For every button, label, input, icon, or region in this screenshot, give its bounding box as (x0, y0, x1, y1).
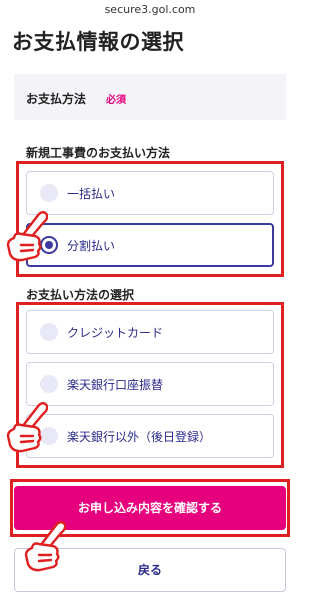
page-title: お支払情報の選択 (12, 30, 184, 54)
pointing-hand-icon (6, 402, 48, 453)
option-rakuten-bank-transfer[interactable]: 楽天銀行口座振替 (26, 362, 274, 406)
payment-method-label: お支払方法 (26, 92, 87, 106)
radio-rakuten-bank-transfer[interactable] (40, 375, 58, 393)
pointing-hand-icon (6, 211, 48, 262)
browser-url: secure3.gol.com (104, 3, 196, 16)
option-credit-card[interactable]: クレジットカード (26, 310, 274, 354)
construction-fee-heading: 新規工事費のお支払い方法 (26, 146, 171, 160)
option-credit-card-label: クレジットカード (67, 326, 164, 340)
option-installment-label: 分割払い (67, 239, 116, 253)
option-rakuten-bank-transfer-label: 楽天銀行口座振替 (67, 378, 164, 392)
option-other-bank-later[interactable]: 楽天銀行以外（後日登録） (26, 414, 274, 458)
payment-selection-heading: お支払い方法の選択 (26, 288, 135, 302)
required-badge: 必須 (106, 95, 126, 106)
option-other-bank-later-label: 楽天銀行以外（後日登録） (67, 430, 212, 444)
option-installment[interactable]: 分割払い (26, 223, 274, 267)
payment-method-header: お支払方法 必須 (14, 74, 286, 120)
option-lump-sum-label: 一括払い (67, 187, 116, 201)
pointing-hand-icon (24, 521, 66, 572)
option-lump-sum[interactable]: 一括払い (26, 171, 274, 215)
radio-lump-sum[interactable] (40, 184, 58, 202)
radio-credit-card[interactable] (40, 323, 58, 341)
